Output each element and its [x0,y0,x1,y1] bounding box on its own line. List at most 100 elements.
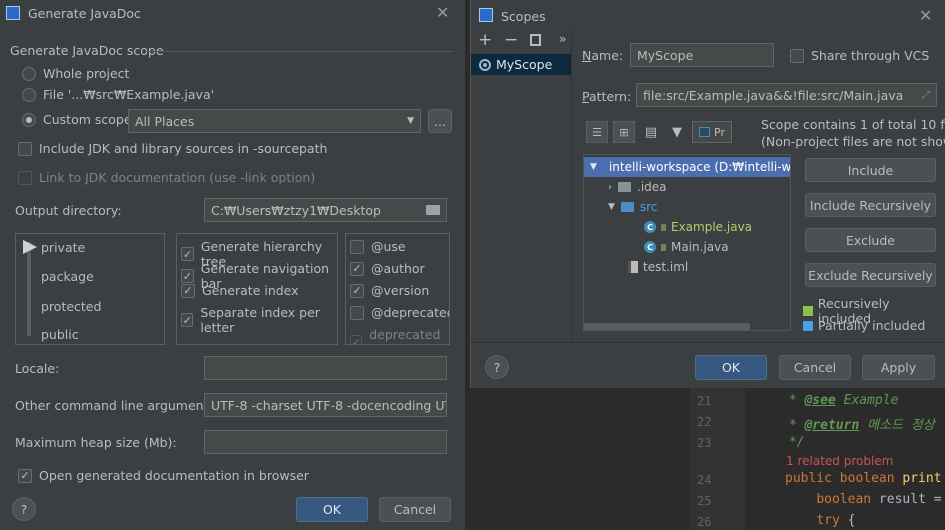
option-separate-index[interactable]: ✓ Separate index per letter [181,305,337,335]
filter-dropdown[interactable]: Pr [692,121,732,143]
radio-custom-scope[interactable]: Custom scope [22,112,132,127]
tag-version[interactable]: ✓ @version [350,283,429,298]
line-number: 22 [697,415,712,429]
scopes-apply-button[interactable]: Apply [862,355,935,380]
link-jdk-label: Link to JDK documentation (use -link opt… [39,170,316,185]
radio-custom-scope-button[interactable] [22,112,36,127]
output-dir-label: Output directory: [15,203,122,218]
legend-green-swatch [803,306,813,316]
tree-horizontal-scrollbar[interactable] [584,323,750,330]
include-jdk-checkbox[interactable]: Include JDK and library sources in -sour… [18,141,327,156]
locale-field[interactable] [204,356,447,380]
chevron-down-icon[interactable]: ▼ [608,202,615,212]
radio-file[interactable]: File '...₩src₩Example.java' [22,87,214,102]
link-jdk-checkbox[interactable]: Link to JDK documentation (use -link opt… [18,170,315,185]
line-number: 26 [697,515,712,529]
share-vcs-box[interactable] [790,48,804,63]
radio-file-button[interactable] [22,87,36,102]
scopes-ok-button[interactable]: OK [695,355,767,380]
tree-src[interactable]: ▼ src [608,197,657,217]
scope-name-field[interactable]: MyScope [630,43,774,67]
option-separate-index-box[interactable]: ✓ [181,313,194,327]
visibility-slider-track[interactable] [27,242,31,336]
visibility-slider-thumb[interactable] [23,240,37,254]
scope-browse-button[interactable]: ... [428,109,452,133]
folder-icon[interactable] [426,205,440,215]
tree-testiml-label: test.iml [643,260,689,274]
tag-deprecated[interactable]: @deprecated [350,305,449,320]
scope-select[interactable]: All Places ▼ [128,109,421,133]
tree-example[interactable]: C Example.java [644,217,752,237]
tag-deprecated-list-label: deprecated list [369,327,441,344]
project-tree[interactable]: ▼ intelli-workspace (D:₩intelli-wo › .id… [583,154,791,331]
tag-author-box[interactable]: ✓ [350,261,364,276]
visibility-package[interactable]: package [41,269,94,284]
tag-author[interactable]: ✓ @author [350,261,425,276]
javadoc-cancel-button[interactable]: Cancel [379,497,451,522]
include-recursively-button[interactable]: Include Recursively [805,193,936,217]
pattern-field[interactable]: file:src/Example.java&&!file:src/Main.ja… [636,83,937,107]
exclude-button[interactable]: Exclude [805,228,936,252]
tag-use[interactable]: @use [350,239,406,254]
tag-version-box[interactable]: ✓ [350,283,364,298]
more-icon[interactable]: » [559,32,566,46]
lock-icon [661,223,666,231]
related-problem-hint[interactable]: 1 related problem [786,454,893,468]
share-vcs-checkbox[interactable]: Share through VCS [790,48,929,63]
include-button[interactable]: Include [805,158,936,182]
tree-main[interactable]: C Main.java [644,237,729,257]
visibility-private[interactable]: private [41,240,85,255]
visibility-protected[interactable]: protected [41,299,101,314]
link-jdk-box[interactable] [18,170,32,185]
expand-icon[interactable]: ⤢ [922,90,930,101]
flatten-packages-icon[interactable]: ☰ [586,121,608,143]
tag-deprecated-box[interactable] [350,305,364,320]
args-value: UTF-8 -charset UTF-8 -docencoding UTF-8 [211,397,447,413]
source-folder-icon [620,202,634,212]
copy-icon[interactable] [530,34,541,46]
option-generate-index[interactable]: ✓ Generate index [181,283,299,298]
add-icon[interactable]: + [478,30,492,50]
tree-testiml[interactable]: test.iml [628,257,688,277]
editor-area: 21 * @see Example 22 * @return 메소드 정상 23… [465,388,945,530]
javadoc-help-button[interactable]: ? [12,497,36,521]
option-navigation-bar-box[interactable]: ✓ [181,269,194,283]
radio-file-label: File '...₩src₩Example.java' [43,87,215,102]
open-browser-box[interactable]: ✓ [18,468,32,483]
filter-icon[interactable]: ▼ [666,121,688,143]
remove-icon[interactable]: − [504,30,518,50]
heap-field[interactable] [204,430,447,454]
visibility-public[interactable]: public [41,327,79,342]
radio-whole-project[interactable]: Whole project [22,66,129,81]
group-by-module-icon[interactable]: ⊞ [613,121,635,143]
args-label: Other command line arguments: [15,398,220,413]
scopes-help-button[interactable]: ? [485,355,509,379]
args-field[interactable]: UTF-8 -charset UTF-8 -docencoding UTF-8 [204,393,447,417]
show-files-icon[interactable]: ▤ [640,121,662,143]
tree-idea[interactable]: › .idea [608,177,667,197]
scopes-footer-divider [471,342,945,343]
open-browser-checkbox[interactable]: ✓ Open generated documentation in browse… [18,468,309,483]
help-icon: ? [20,501,28,517]
exclude-recursively-button[interactable]: Exclude Recursively [805,263,936,287]
tag-deprecated-list[interactable]: ✓ deprecated list [350,327,449,344]
tree-root[interactable]: ▼ intelli-workspace (D:₩intelli-wo [584,157,790,177]
include-jdk-box[interactable] [18,141,32,156]
scopes-close-icon[interactable]: ✕ [919,6,932,25]
output-dir-field[interactable]: C:₩Users₩ztzy1₩Desktop [204,198,447,222]
option-generate-index-box[interactable]: ✓ [181,283,195,298]
chevron-right-icon[interactable]: › [608,182,612,193]
javadoc-close-icon[interactable]: ✕ [436,3,449,22]
scope-list-item[interactable]: MyScope [471,54,571,75]
javadoc-ok-button[interactable]: OK [296,497,368,522]
tag-deprecated-list-box[interactable]: ✓ [350,335,363,344]
tree-idea-label: .idea [637,180,667,194]
radio-whole-project-button[interactable] [22,66,36,81]
option-hierarchy-tree-box[interactable]: ✓ [181,247,194,261]
tree-toolbar: ☰ ⊞ ▤ ▼ Pr [586,121,766,145]
tag-author-label: @author [371,261,425,276]
chevron-down-icon[interactable]: ▼ [590,162,597,172]
scope-item-icon [479,58,491,71]
scopes-cancel-button[interactable]: Cancel [779,355,851,380]
tag-use-box[interactable] [350,239,364,254]
